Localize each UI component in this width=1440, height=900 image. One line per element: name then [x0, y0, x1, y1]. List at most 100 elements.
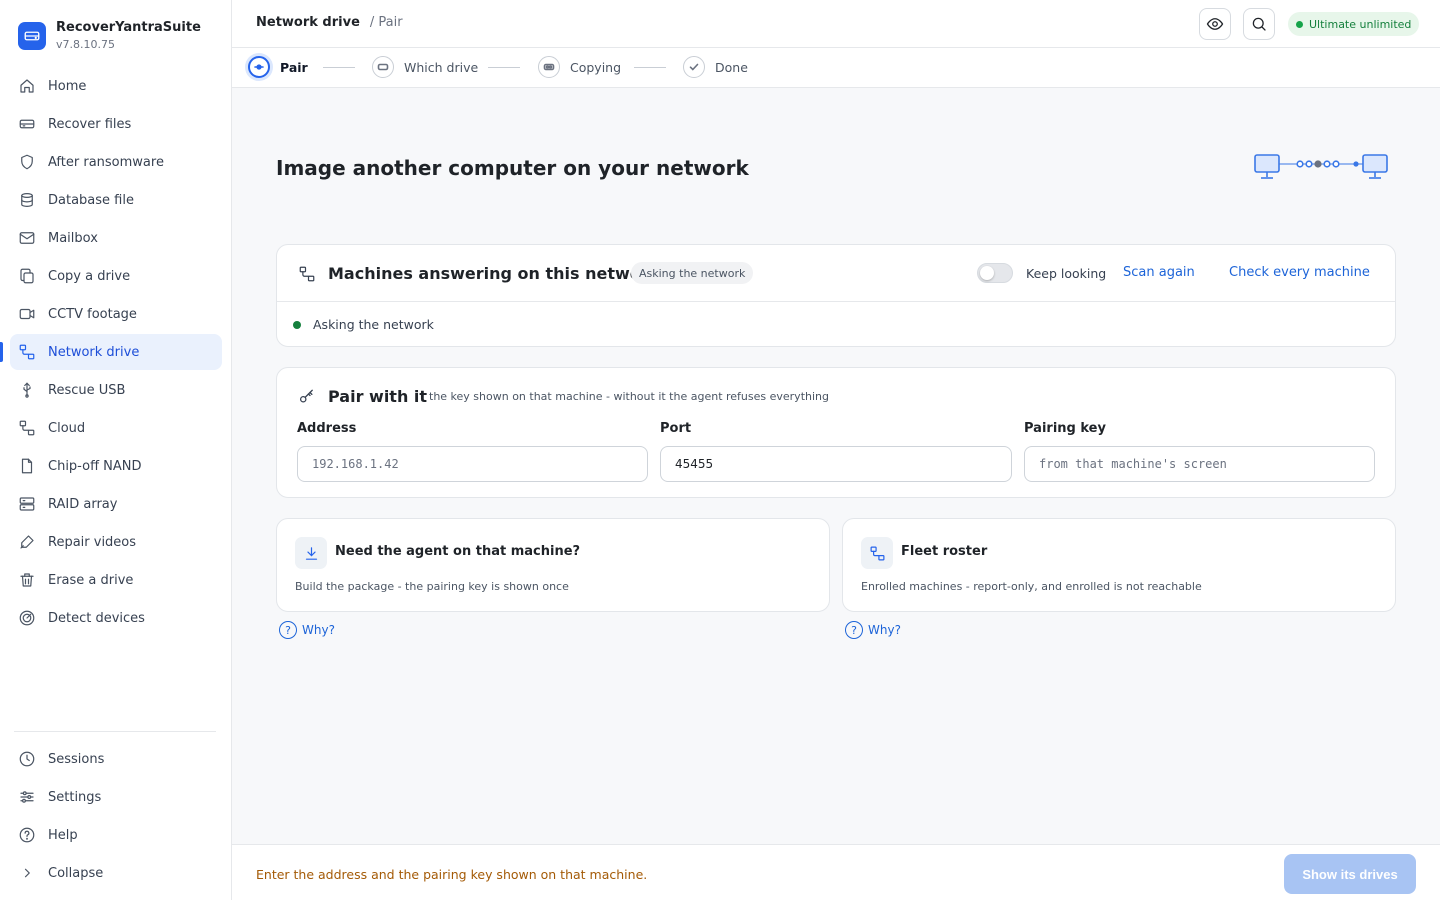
sidebar-item-settings[interactable]: Settings: [10, 779, 222, 815]
sidebar-item-label: Network drive: [48, 344, 140, 360]
sidebar-item-label: Detect devices: [48, 610, 145, 626]
step-which-drive[interactable]: Which drive: [372, 56, 478, 78]
machines-card-header: Machines answering on this network Askin…: [277, 245, 1395, 302]
copy-icon: [20, 268, 34, 284]
scan-again-link[interactable]: Scan again: [1123, 265, 1195, 280]
top-header: Network drive / Pair Ultimate unlimited: [232, 0, 1440, 48]
step-label: Copying: [570, 59, 622, 75]
sidebar-item-mailbox[interactable]: Mailbox: [10, 220, 222, 256]
network-icon: [19, 344, 35, 360]
download-icon: [295, 537, 327, 569]
sliders-icon: [20, 791, 34, 803]
sidebar-item-recover-files[interactable]: Recover files: [10, 106, 222, 142]
sidebar-item-label: Mailbox: [48, 230, 98, 246]
step-current-icon: [248, 56, 270, 78]
agent-card[interactable]: Need the agent on that machine? Build th…: [276, 518, 830, 612]
sidebar-item-rescue-usb[interactable]: Rescue USB: [10, 372, 222, 408]
home-icon: [20, 79, 34, 93]
step-connector: [323, 67, 355, 68]
keep-looking-label: Keep looking: [1026, 266, 1107, 281]
sidebar-item-raid-array[interactable]: RAID array: [10, 486, 222, 522]
sidebar-item-network-drive[interactable]: Network drive: [0, 334, 222, 370]
search-button[interactable]: [1243, 8, 1275, 40]
breadcrumb-current[interactable]: Network drive: [256, 15, 360, 30]
step-connector: [634, 67, 666, 68]
sidebar-nav: Home Recover files After ransomware Data…: [0, 68, 222, 638]
port-label: Port: [660, 421, 692, 436]
sidebar-item-label: RAID array: [48, 496, 118, 512]
step-copying[interactable]: Copying: [538, 56, 621, 78]
port-input[interactable]: [660, 446, 1012, 482]
show-its-drives-button[interactable]: Show its drives: [1284, 854, 1416, 894]
sidebar-item-label: Home: [48, 78, 87, 94]
fleet-card-description: Enrolled machines - report-only, and enr…: [861, 580, 1202, 593]
wrench-icon: [20, 535, 34, 549]
plan-badge-label: Ultimate unlimited: [1309, 17, 1412, 31]
step-done[interactable]: Done: [683, 56, 748, 78]
why-label: Why?: [302, 623, 335, 637]
step-pair[interactable]: Pair: [248, 56, 308, 78]
step-label: Pair: [280, 59, 308, 75]
sidebar-item-label: Sessions: [48, 751, 105, 767]
wizard-stepper: Pair Which drive Copying Done: [232, 48, 1440, 88]
sidebar-item-help[interactable]: Help: [10, 817, 222, 853]
check-every-machine-link[interactable]: Check every machine: [1229, 265, 1370, 280]
eye-icon: [1206, 18, 1224, 30]
step-connector: [488, 67, 520, 68]
sidebar-item-detect-devices[interactable]: Detect devices: [10, 600, 222, 636]
keep-looking-toggle[interactable]: [977, 263, 1013, 283]
sidebar-item-label: Copy a drive: [48, 268, 131, 284]
sidebar-item-home[interactable]: Home: [10, 68, 222, 104]
address-input[interactable]: [297, 446, 648, 482]
sidebar-item-collapse[interactable]: Collapse: [10, 855, 222, 891]
sidebar-item-label: Erase a drive: [48, 572, 134, 588]
pair-card: Pair with it the key shown on that machi…: [276, 367, 1396, 498]
copy-step-icon: [538, 56, 560, 78]
sidebar-item-label: Settings: [48, 789, 102, 805]
fleet-why-link[interactable]: ? Why?: [845, 621, 901, 639]
sidebar-item-cloud[interactable]: Cloud: [10, 410, 222, 446]
scan-status-text: Asking the network: [313, 317, 434, 332]
sidebar-item-label: Help: [48, 827, 78, 843]
sidebar-item-copy-a-drive[interactable]: Copy a drive: [10, 258, 222, 294]
sidebar-item-label: Repair videos: [48, 534, 137, 550]
agent-card-description: Build the package - the pairing key is s…: [295, 580, 569, 593]
sidebar-item-label: Chip-off NAND: [48, 458, 142, 474]
pair-card-subtitle: the key shown on that machine - without …: [429, 390, 829, 403]
sidebar-divider: [14, 731, 216, 732]
scan-status-badge: Asking the network: [631, 262, 754, 284]
network-illustration-icon: [1252, 150, 1392, 188]
status-dot-icon: [293, 320, 301, 329]
sidebar-item-label: Rescue USB: [48, 382, 126, 398]
chip-file-icon: [21, 458, 33, 474]
sidebar-item-label: CCTV footage: [48, 306, 137, 322]
app-name: RecoverYantraSuite: [56, 20, 201, 35]
sidebar-item-sessions[interactable]: Sessions: [10, 741, 222, 777]
sidebar-item-repair-videos[interactable]: Repair videos: [10, 524, 222, 560]
sidebar-item-after-ransomware[interactable]: After ransomware: [10, 144, 222, 180]
machines-card: Machines answering on this network Askin…: [276, 244, 1396, 347]
sidebar-item-label: After ransomware: [48, 154, 164, 170]
preview-button[interactable]: [1199, 8, 1231, 40]
clock-icon: [19, 751, 35, 767]
page-title: Image another computer on your network: [276, 156, 749, 180]
sidebar-item-cctv-footage[interactable]: CCTV footage: [10, 296, 222, 332]
sidebar-item-label: Recover files: [48, 116, 132, 132]
radar-icon: [19, 610, 35, 626]
fleet-roster-card[interactable]: Fleet roster Enrolled machines - report-…: [842, 518, 1396, 612]
pairing-key-input[interactable]: [1024, 446, 1375, 482]
machines-card-title: Machines answering on this network: [328, 264, 660, 283]
sidebar-item-chip-off-nand[interactable]: Chip-off NAND: [10, 448, 222, 484]
agent-why-link[interactable]: ? Why?: [279, 621, 335, 639]
sidebar-item-erase-a-drive[interactable]: Erase a drive: [10, 562, 222, 598]
cloud-network-icon: [19, 420, 35, 436]
brand: RecoverYantraSuite v7.8.10.75: [18, 20, 201, 51]
key-icon: [299, 389, 313, 403]
sidebar-item-database-file[interactable]: Database file: [10, 182, 222, 218]
drive-step-icon: [372, 56, 394, 78]
trash-icon: [20, 573, 34, 587]
step-label: Done: [715, 59, 748, 75]
breadcrumb: Network drive / Pair: [256, 15, 403, 30]
usb-icon: [23, 382, 31, 398]
mail-icon: [19, 232, 35, 244]
